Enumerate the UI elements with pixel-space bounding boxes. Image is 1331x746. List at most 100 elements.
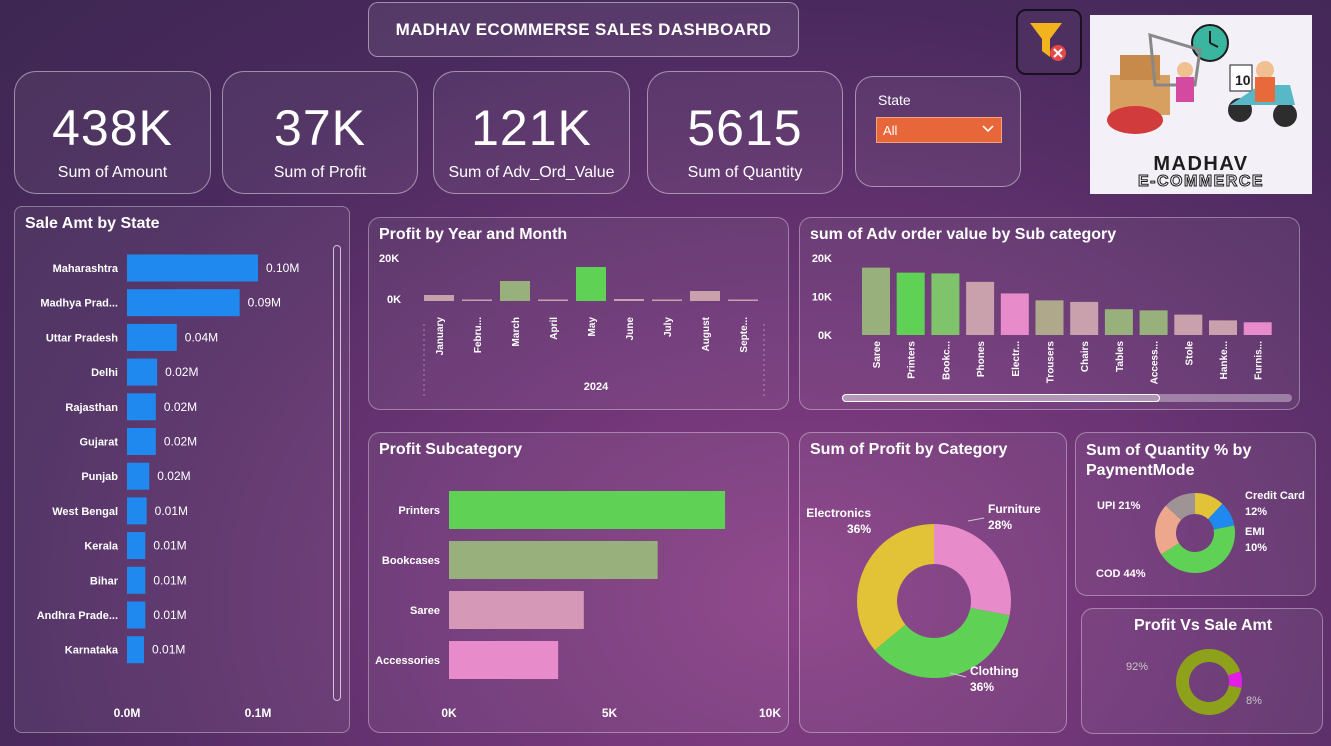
bar <box>1035 300 1064 335</box>
x-tick-label: May <box>587 317 598 337</box>
data-label: 0.02M <box>165 365 198 379</box>
slice-value-label: 92% <box>1126 661 1148 673</box>
scrollbar-thumb[interactable] <box>842 394 1160 402</box>
slice-label: Electronics <box>806 506 871 520</box>
profit-by-category-chart: Furniture 28% Clothing 36% Electronics 36% <box>806 502 1041 694</box>
adv-order-value-panel: sum of Adv order value by Sub category 2… <box>799 217 1300 410</box>
x-tick-label: July <box>663 317 674 337</box>
category-label: Punjab <box>81 471 118 483</box>
donut-slice <box>857 524 934 651</box>
data-label: 0.02M <box>164 400 197 414</box>
kpi-card-amount: 438K Sum of Amount <box>14 71 211 194</box>
bar <box>449 641 559 679</box>
category-label: Gujarat <box>79 437 118 449</box>
x-tick-label: Febru... <box>473 317 484 353</box>
data-label: 0.01M <box>155 504 188 518</box>
state-slicer: State All <box>855 76 1021 187</box>
bar <box>1243 322 1272 335</box>
bar <box>127 462 150 490</box>
quantity-by-payment-panel: Sum of Quantity % by PaymentMode Credit … <box>1075 432 1316 596</box>
slice-value-label: 10% <box>1245 542 1267 554</box>
category-label: Kerala <box>84 541 119 553</box>
delivery-illustration: 10 <box>1107 24 1297 134</box>
bar <box>862 267 890 335</box>
category-label: Andhra Prade... <box>37 610 118 622</box>
data-label: 0.01M <box>153 573 186 587</box>
data-label: 0.01M <box>153 539 186 553</box>
dashboard-title: MADHAV ECOMMERSE SALES DASHBOARD <box>368 2 799 57</box>
y-tick-label: 20K <box>812 253 832 265</box>
data-label: 0.02M <box>164 435 197 449</box>
data-label: 0.09M <box>248 296 281 310</box>
kpi-label: Sum of Quantity <box>687 164 803 181</box>
data-label: 0.01M <box>152 643 185 657</box>
slice-value-label: 36% <box>970 680 994 694</box>
bar <box>652 299 682 301</box>
kpi-value: 5615 <box>687 100 803 156</box>
profit-vs-sale-chart: 92% 8% <box>1126 649 1262 716</box>
kpi-label: Sum of Profit <box>273 164 367 181</box>
bar <box>449 591 584 629</box>
category-label: Accessories <box>375 655 440 667</box>
category-label: Madhya Prad... <box>40 298 118 310</box>
x-tick-label: June <box>625 317 636 341</box>
bar <box>1139 310 1168 335</box>
bar <box>576 267 606 301</box>
bar <box>127 254 258 282</box>
x-tick-label: Bookc... <box>941 341 952 380</box>
category-label: Printers <box>398 505 440 517</box>
kpi-label: Sum of Adv_Ord_Value <box>448 164 615 181</box>
y-tick-label: 10K <box>812 292 832 304</box>
slice-value-label: 28% <box>988 518 1012 532</box>
clear-filters-button[interactable] <box>1016 9 1082 75</box>
slice-value-label: 12% <box>1245 506 1267 518</box>
slice-label: Credit Card <box>1245 490 1305 502</box>
bar <box>690 291 720 301</box>
scrollbar[interactable] <box>333 245 341 701</box>
bar <box>449 541 658 579</box>
category-label: West Bengal <box>52 506 118 518</box>
kpi-label: Sum of Amount <box>57 164 168 181</box>
bar <box>614 299 644 301</box>
bar <box>127 601 146 629</box>
data-label: 0.04M <box>185 330 218 344</box>
bar <box>127 636 145 664</box>
profit-subcategory-panel: Profit Subcategory Printers Bookcases Sare… <box>368 432 789 733</box>
state-dropdown[interactable]: All <box>876 117 1002 143</box>
x-tick-label: 0K <box>441 706 457 720</box>
data-label: 0.02M <box>157 469 190 483</box>
bar <box>127 497 147 525</box>
sale-amt-by-state-chart: Maharashtra 0.10M Madhya Prad... 0.09M Uttar… <box>37 254 299 720</box>
slice-label: EMI <box>1245 526 1265 538</box>
category-label: Karnataka <box>65 645 119 657</box>
bar <box>127 428 156 455</box>
horizontal-scrollbar[interactable] <box>842 394 1292 402</box>
x-tick-label: Phones <box>976 341 987 378</box>
kpi-card-adv-ord-value: 121K Sum of Adv_Ord_Value <box>433 71 630 194</box>
x-tick-label: January <box>435 317 446 356</box>
slice-value-label: 36% <box>847 522 871 536</box>
x-group-label: 2024 <box>584 381 609 393</box>
kpi-card-quantity: 5615 Sum of Quantity <box>647 71 843 194</box>
leader-line <box>967 517 985 522</box>
y-tick-label: 0K <box>818 330 832 342</box>
profit-by-category-panel: Sum of Profit by Category Furniture 28% Cl… <box>799 432 1067 733</box>
bar <box>966 281 995 335</box>
bar <box>462 299 492 301</box>
bar <box>127 532 146 560</box>
category-label: Delhi <box>91 367 118 379</box>
kpi-value: 37K <box>274 100 366 156</box>
x-tick-label: Electr... <box>1011 341 1022 377</box>
category-label: Uttar Pradesh <box>46 332 118 344</box>
svg-text:10: 10 <box>1235 72 1251 88</box>
adv-order-value-chart: 20K 10K 0K Saree Printers Bookc... Phones Elect… <box>812 253 1272 384</box>
bar <box>1209 320 1237 335</box>
kpi-value: 438K <box>52 100 173 156</box>
category-label: Rajasthan <box>65 402 118 414</box>
x-tick-label: Chairs <box>1080 341 1091 373</box>
logo-text-ecommerce: E-COMMERCE <box>1137 173 1265 191</box>
bar <box>449 491 726 529</box>
profit-by-year-month-panel: Profit by Year and Month 20K 0K January Feb… <box>368 217 789 410</box>
x-tick-label: Furnis... <box>1254 341 1265 380</box>
dropdown-value: All <box>883 123 898 138</box>
